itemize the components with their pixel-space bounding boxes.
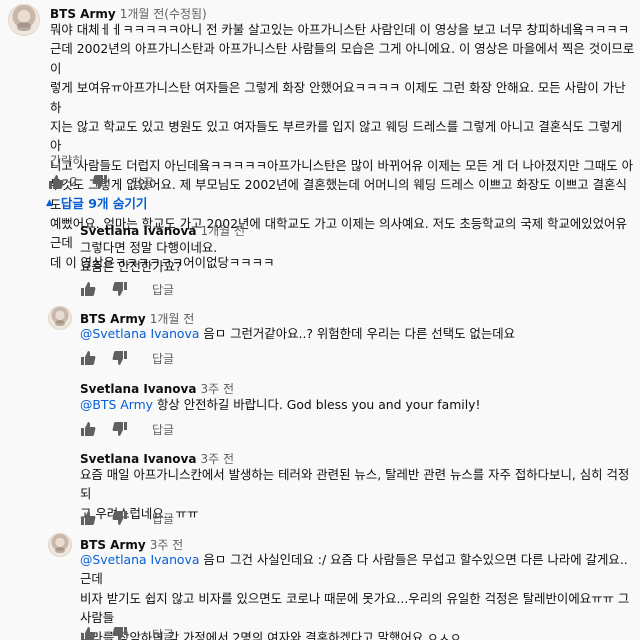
hide-replies-label: 답글 9개 숨기기 (60, 196, 148, 211)
dislike-icon[interactable] (92, 174, 108, 190)
reply-body: 그렇다면 정말 다행이네요. 요즘은 안전한가요? (80, 238, 630, 277)
reply-button[interactable]: 답글 (152, 350, 174, 367)
mention-link[interactable]: @Svetlana Ivanova (80, 552, 199, 567)
reply-body: @Svetlana Ivanova 음ㅁ 그런거같아요..? 위험한데 우리는 … (80, 324, 630, 343)
reply-actions: 답글 (80, 419, 174, 439)
reply-time[interactable]: 3주 전 (200, 382, 234, 396)
reply-line: 요즘은 안전한가요? (80, 259, 182, 275)
reply-actions: 답글 (80, 624, 174, 640)
comment-line: 렇게 보여유ㅠ아프가니스탄 여자들은 그렇게 화장 안했어요ㅋㅋㅋㅋ 이제도 그… (50, 80, 626, 115)
comment-line: 근데 2002년의 아프가니스탄과 아프가니스탄 사람들의 모습은 그게 아니에… (50, 41, 635, 76)
reply-button[interactable]: 답글 (152, 626, 174, 640)
reply-body: @BTS Army 항상 안전하길 바랍니다. God bless you an… (80, 395, 630, 414)
reply-time[interactable]: 1개월 전 (200, 224, 245, 238)
like-icon[interactable] (80, 281, 96, 297)
mention-link[interactable]: @Svetlana Ivanova (80, 326, 199, 341)
reply-line: @Svetlana Ivanova 음ㅁ 그건 사실인데요 :/ 요즘 다 사람… (80, 552, 628, 587)
comment-actions: 2 답글 (48, 172, 154, 192)
avatar[interactable] (8, 4, 40, 36)
avatar[interactable] (48, 533, 72, 557)
dislike-icon[interactable] (112, 626, 128, 640)
reply-button[interactable]: 답글 (132, 174, 154, 191)
reply-line: @BTS Army 항상 안전하길 바랍니다. God bless you an… (80, 397, 481, 412)
dislike-icon[interactable] (112, 281, 128, 297)
dislike-icon[interactable] (112, 510, 128, 526)
reply-line: 요즘 매일 아프가니스칸에서 발생하는 테러와 관련된 뉴스, 탈레반 관련 뉴… (80, 467, 630, 502)
like-count: 2 (70, 175, 78, 189)
reply-actions: 답글 (80, 348, 174, 368)
dislike-icon[interactable] (112, 421, 128, 437)
comment-line: 뭐야 대체ㅔㅔㅋㅋㅋㅋㅋ아니 전 카불 살고있는 아프가니스탄 사람인데 이 영… (50, 22, 630, 37)
dislike-icon[interactable] (112, 350, 128, 366)
author-name: BTS Army (50, 7, 116, 21)
reply-button[interactable]: 답글 (152, 421, 174, 438)
reply-line: @Svetlana Ivanova 음ㅁ 그런거같아요..? 위험한데 우리는 … (80, 326, 516, 341)
like-icon[interactable] (80, 421, 96, 437)
like-icon[interactable] (80, 626, 96, 640)
author-name: Svetlana Ivanova (80, 382, 197, 396)
reply-author[interactable]: Svetlana Ivanova 1개월 전 (80, 222, 245, 239)
author-name: Svetlana Ivanova (80, 224, 197, 238)
author-name: Svetlana Ivanova (80, 452, 197, 466)
reply-button[interactable]: 답글 (152, 510, 174, 527)
reply-actions: 답글 (80, 279, 174, 299)
reply-line: 비자 받기도 쉽지 않고 비자를 있으면도 코로나 때문에 못가요...우리의 … (80, 590, 630, 606)
like-icon[interactable] (48, 174, 64, 190)
reply-line: 그렇다면 정말 다행이네요. (80, 240, 218, 255)
like-icon[interactable] (80, 350, 96, 366)
comment-line: 지는 않고 학교도 있고 병원도 있고 여자들도 부르카를 입지 않고 웨딩 드… (50, 119, 623, 154)
like-icon[interactable] (80, 510, 96, 526)
hide-replies-button[interactable]: ▲ 답글 9개 숨기기 (46, 193, 147, 212)
reply-time[interactable]: 3주 전 (200, 452, 234, 466)
mention-link[interactable]: @BTS Army (80, 397, 153, 412)
show-less-button[interactable]: 간략히 (50, 152, 83, 169)
chevron-up-icon: ▲ (46, 197, 53, 208)
avatar[interactable] (48, 306, 72, 330)
comment-time[interactable]: 1개월 전(수정됨) (120, 7, 207, 21)
reply-button[interactable]: 답글 (152, 281, 174, 298)
reply-actions: 답글 (80, 508, 174, 528)
